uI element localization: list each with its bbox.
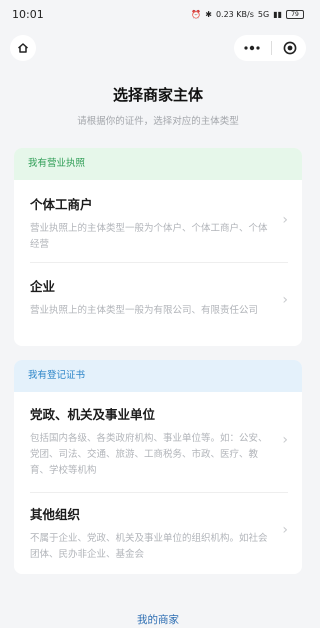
- option-individual-business[interactable]: 个体工商户 营业执照上的主体类型一般为个体户、个体工商户、个体经营 ›: [14, 180, 302, 262]
- battery-icon: 79: [286, 9, 304, 19]
- option-government-institution[interactable]: 党政、机关及事业单位 包括国内各级、各类政府机构、事业单位等。如：公安、党团、司…: [14, 392, 302, 492]
- page-subtitle: 请根据你的证件，选择对应的主体类型: [77, 116, 239, 127]
- alarm-icon: ⏰: [191, 9, 202, 19]
- page-title: 选择商家主体: [112, 86, 203, 104]
- signal-icon: ▮▮: [273, 9, 282, 19]
- option-title: 企业: [30, 279, 56, 294]
- option-description: 营业执照上的主体类型一般为有限公司、有限责任公司: [30, 305, 259, 316]
- mini-program-capsule: [234, 35, 306, 61]
- option-title: 其他组织: [30, 507, 81, 522]
- more-dots-icon[interactable]: [243, 44, 261, 52]
- group-header: 我有营业执照: [14, 148, 302, 180]
- my-merchants-link[interactable]: 我的商家: [0, 612, 316, 627]
- option-title: 党政、机关及事业单位: [30, 407, 156, 422]
- option-description: 包括国内各级、各类政府机构、事业单位等。如：公安、党团、司法、交通、旅游、工商税…: [30, 433, 268, 476]
- home-button[interactable]: [10, 35, 36, 61]
- chevron-right-icon: ›: [282, 212, 288, 228]
- option-description: 营业执照上的主体类型一般为个体户、个体工商户、个体经营: [30, 223, 268, 250]
- capsule-divider: [271, 41, 273, 55]
- status-bar: 10:01 ⏰ ✱ 0.23 KB/s 5G ▮▮ 79: [0, 0, 316, 28]
- network-speed: 0.23 KB/s: [215, 9, 254, 19]
- business-license-group: 我有营业执照 个体工商户 营业执照上的主体类型一般为个体户、个体工商户、个体经营…: [14, 148, 302, 346]
- status-icons: ⏰ ✱ 0.23 KB/s 5G ▮▮ 79: [191, 9, 304, 19]
- nav-bar: [0, 28, 316, 68]
- registration-certificate-group: 我有登记证书 党政、机关及事业单位 包括国内各级、各类政府机构、事业单位等。如：…: [14, 360, 302, 574]
- close-target-icon[interactable]: [283, 41, 297, 55]
- page-header: 选择商家主体 请根据你的证件，选择对应的主体类型: [0, 84, 316, 127]
- option-title: 个体工商户: [30, 197, 93, 212]
- option-description: 不属于企业、党政、机关及事业单位的组织机构。如社会团体、民办非企业、基金会: [30, 533, 268, 560]
- home-icon: [18, 43, 28, 53]
- group-header: 我有登记证书: [14, 360, 302, 392]
- option-other-organization[interactable]: 其他组织 不属于企业、党政、机关及事业单位的组织机构。如社会团体、民办非企业、基…: [14, 492, 302, 574]
- chevron-right-icon: ›: [282, 292, 288, 308]
- chevron-right-icon: ›: [282, 522, 288, 538]
- bluetooth-icon: ✱: [205, 9, 212, 19]
- chevron-right-icon: ›: [282, 432, 288, 448]
- status-time: 10:01: [12, 7, 44, 21]
- option-enterprise[interactable]: 企业 营业执照上的主体类型一般为有限公司、有限责任公司 ›: [14, 262, 302, 346]
- network-type: 5G: [257, 9, 270, 19]
